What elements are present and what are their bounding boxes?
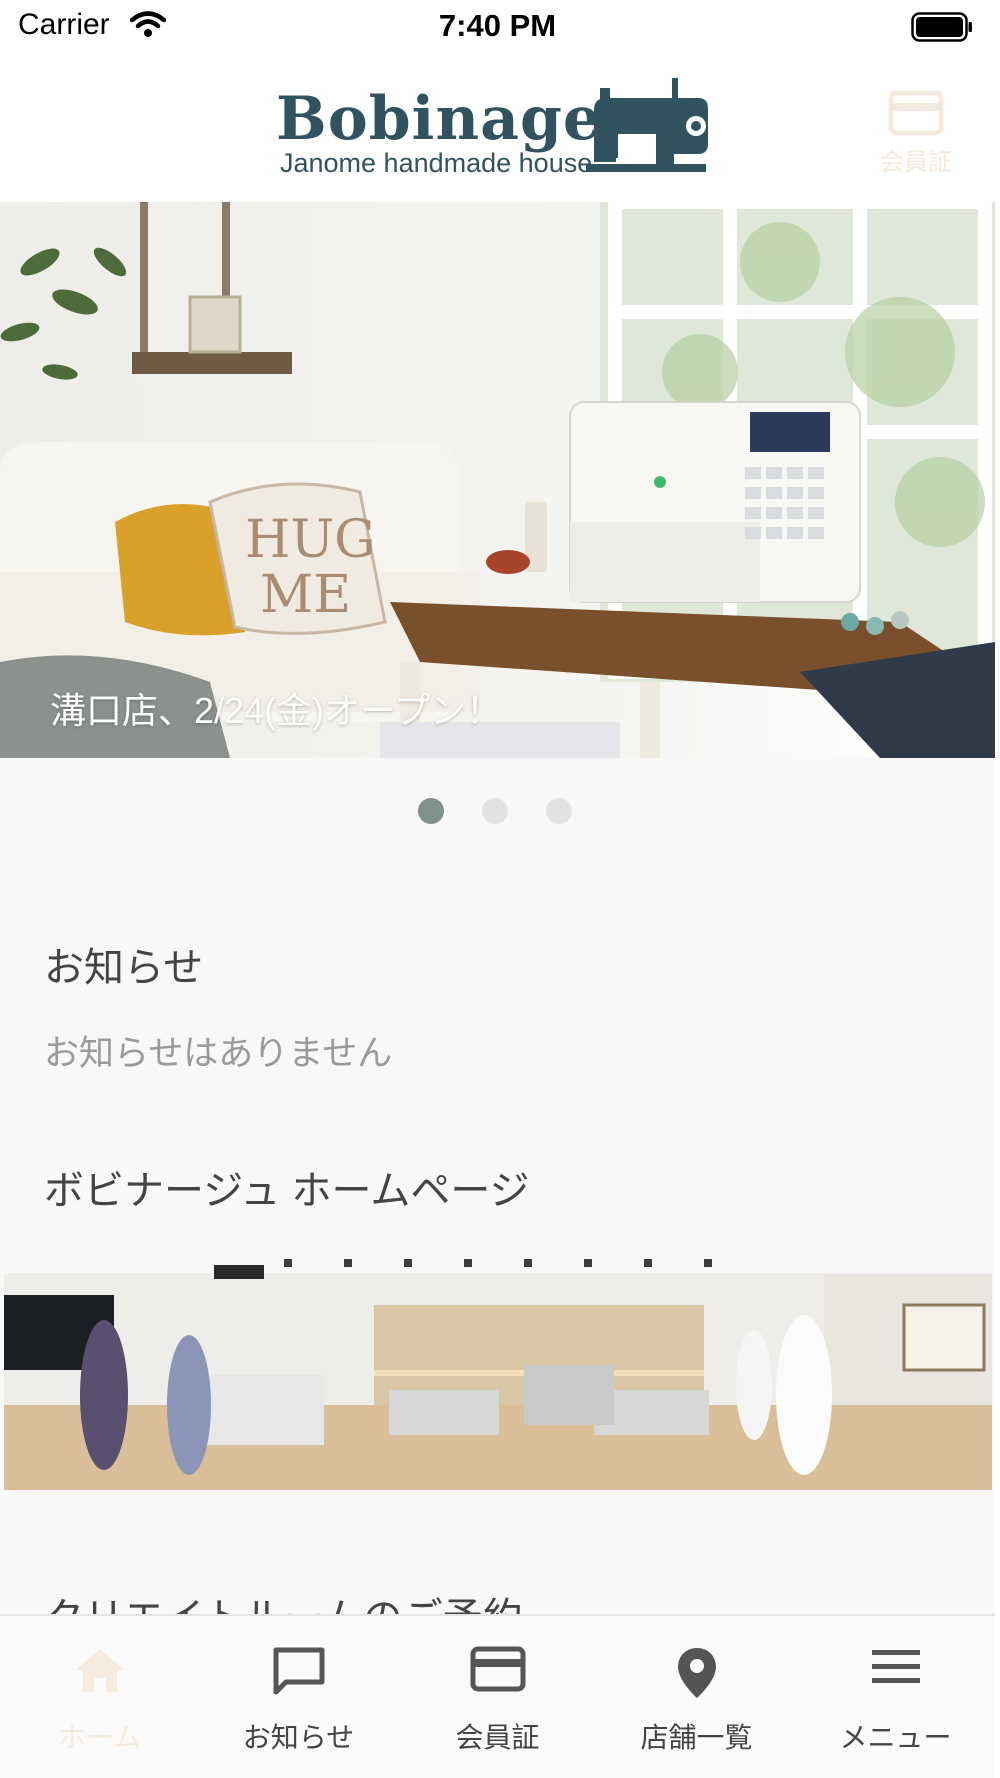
home-icon [75,1649,124,1692]
app-screen: Carrier 7:40 PM Bobinage Janome handmade… [0,0,995,1778]
bobinage-logo: Bobinage Janome handmade house [276,74,736,184]
tab-menu-label: メニュー [839,1722,952,1753]
carousel-dot-2[interactable] [482,798,508,824]
tab-news[interactable]: お知らせ [199,1616,398,1778]
bottom-tab-bar: ホーム お知らせ 会員証 店舗一覧 メニュー [0,1614,995,1778]
clock: 7:40 PM [438,8,557,43]
homepage-banner-image [4,1245,992,1490]
carousel-indicator [0,798,995,828]
svg-text:ME: ME [260,565,351,625]
card-icon [888,90,944,136]
location-pin-icon [677,1648,716,1698]
tab-member-card-label: 会員証 [455,1722,540,1753]
logo-title: Bobinage [276,84,603,154]
tab-home[interactable]: ホーム [0,1616,199,1778]
tab-member-card[interactable]: 会員証 [398,1616,597,1778]
logo-subtitle: Janome handmade house [280,148,593,178]
news-empty-message: お知らせはありません [44,1034,393,1073]
chat-icon [273,1647,324,1695]
tab-news-label: お知らせ [242,1722,355,1753]
carousel-dot-1[interactable] [418,798,444,824]
news-section-title: お知らせ [44,946,204,990]
hero-carousel[interactable]: HUG ME 溝口店、2/24(金)オープン！ [0,202,995,758]
member-card-header-label: 会員証 [880,148,952,176]
tab-home-label: ホーム [57,1722,142,1753]
carousel-dot-3[interactable] [546,798,572,824]
battery-icon [911,12,973,46]
status-bar: Carrier 7:40 PM [0,0,995,54]
svg-text:HUG: HUG [245,510,376,570]
tab-stores-label: 店舗一覧 [640,1722,753,1753]
homepage-section-title: ボビナージュ ホームページ [44,1169,530,1213]
menu-icon [871,1650,920,1683]
sewing-machine-logo-icon [586,78,708,172]
hero-slide-image: HUG ME [0,202,995,758]
app-header: Bobinage Janome handmade house 会員証 [0,54,995,202]
tab-stores[interactable]: 店舗一覧 [597,1616,796,1778]
hero-caption: 溝口店、2/24(金)オープン！ [50,690,502,731]
member-card-header-button[interactable]: 会員証 [868,90,964,190]
tab-menu[interactable]: メニュー [796,1616,995,1778]
homepage-banner[interactable] [4,1245,992,1490]
card-icon [470,1646,525,1692]
